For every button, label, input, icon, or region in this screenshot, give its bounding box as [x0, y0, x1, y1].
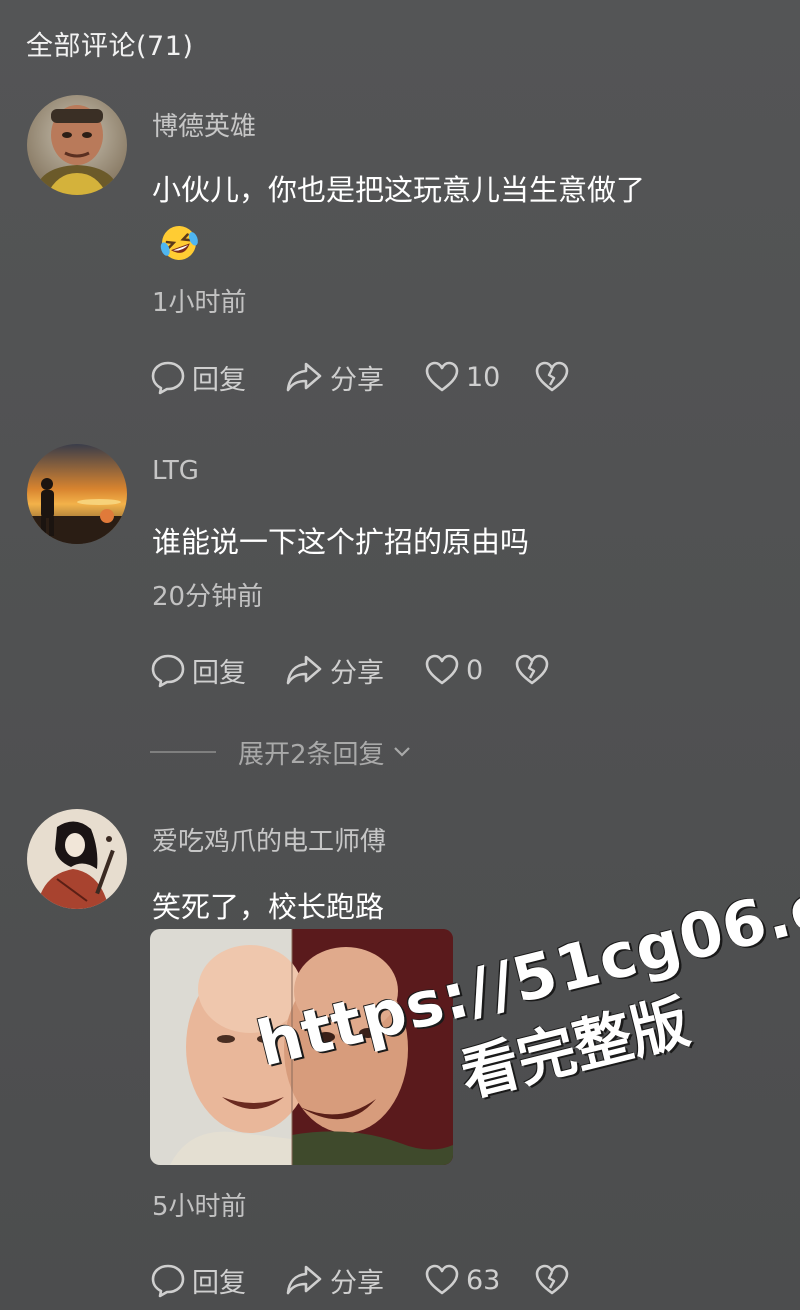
share-button[interactable]: 分享	[284, 357, 384, 397]
dislike-button[interactable]	[514, 650, 550, 690]
chevron-down-icon	[393, 747, 410, 757]
broken-heart-icon	[535, 1264, 569, 1295]
share-label: 分享	[330, 1267, 384, 1299]
avatar[interactable]	[27, 444, 127, 544]
reply-label: 回复	[192, 657, 246, 689]
like-count: 0	[466, 654, 484, 686]
avatar[interactable]	[27, 95, 127, 195]
share-icon	[286, 1265, 322, 1295]
comment-text: 谁能说一下这个扩招的原由吗	[152, 525, 530, 559]
comment-actions: 回复 分享 63	[150, 1260, 790, 1300]
share-button[interactable]: 分享	[284, 1260, 384, 1300]
reply-icon	[151, 654, 185, 688]
comment-time: 20分钟前	[152, 582, 264, 612]
dislike-button[interactable]	[534, 1260, 570, 1300]
reply-icon	[151, 361, 185, 395]
comment-username[interactable]: 博德英雄	[152, 106, 256, 143]
comment-time: 5小时前	[152, 1192, 247, 1222]
laughing-tears-emoji	[158, 222, 200, 264]
expand-replies-label: 展开2条回复	[238, 739, 385, 770]
comments-header-title: 全部评论(71)	[26, 31, 194, 62]
heart-icon	[425, 654, 459, 685]
share-button[interactable]: 分享	[284, 650, 384, 690]
like-button[interactable]: 10	[424, 357, 500, 397]
comments-page: 全部评论(71) 博德英雄 小伙儿，你也是把这玩意儿当生意做了 1小时前 回复 …	[0, 0, 800, 1310]
like-button[interactable]: 63	[424, 1260, 500, 1300]
reply-button[interactable]: 回复	[150, 1260, 246, 1300]
share-icon	[286, 362, 322, 392]
share-label: 分享	[330, 657, 384, 689]
like-button[interactable]: 0	[424, 650, 483, 690]
dislike-button[interactable]	[534, 357, 570, 397]
reply-label: 回复	[192, 1267, 246, 1299]
comment-username[interactable]: LTG	[152, 456, 199, 486]
expand-replies-button[interactable]: 展开2条回复	[150, 732, 470, 772]
avatar[interactable]	[27, 809, 127, 909]
heart-icon	[425, 1264, 459, 1295]
broken-heart-icon	[535, 361, 569, 392]
share-label: 分享	[330, 364, 384, 396]
reply-button[interactable]: 回复	[150, 650, 246, 690]
comment-username[interactable]: 爱吃鸡爪的电工师傅	[152, 821, 386, 858]
reply-icon	[151, 1264, 185, 1298]
heart-icon	[425, 361, 459, 392]
comment-text: 小伙儿，你也是把这玩意儿当生意做了	[152, 173, 646, 207]
comment-time: 1小时前	[152, 288, 247, 318]
like-count: 63	[466, 1264, 501, 1296]
comment-actions: 回复 分享 0	[150, 650, 790, 690]
like-count: 10	[466, 361, 501, 393]
expand-divider	[150, 751, 216, 753]
reply-button[interactable]: 回复	[150, 357, 246, 397]
comment-text: 笑死了，校长跑路	[152, 890, 385, 924]
share-icon	[286, 655, 322, 685]
reply-label: 回复	[192, 364, 246, 396]
broken-heart-icon	[515, 654, 549, 685]
comment-actions: 回复 分享 10	[150, 357, 790, 397]
